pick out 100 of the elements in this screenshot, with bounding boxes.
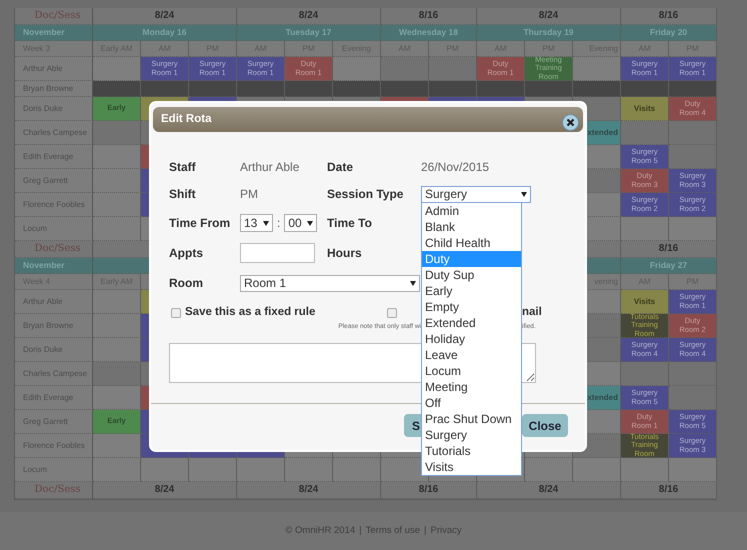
dialog-title: Edit Rota	[161, 112, 212, 127]
rota-cell[interactable]	[93, 217, 141, 241]
close-button[interactable]: Close	[522, 414, 568, 437]
field-label: Shift	[169, 186, 197, 203]
hour-select[interactable]: 13	[240, 214, 273, 232]
rota-cell[interactable]	[333, 81, 381, 97]
rota-cell[interactable]	[189, 81, 237, 97]
dropdown-option[interactable]: Visits	[422, 459, 521, 475]
field-label: Time To	[327, 215, 373, 232]
rota-cell[interactable]	[93, 434, 141, 458]
field-value: PM	[240, 187, 258, 201]
rota-cell[interactable]	[573, 57, 621, 81]
rota-cell[interactable]	[93, 145, 141, 169]
dropdown-option[interactable]: Empty	[422, 299, 521, 315]
rota-cell[interactable]	[93, 169, 141, 193]
rota-cell[interactable]	[93, 81, 141, 97]
rota-cell[interactable]	[669, 145, 717, 169]
rota-cell[interactable]	[669, 217, 717, 241]
rota-cell[interactable]	[573, 81, 621, 97]
field-label: Session Type	[327, 186, 404, 203]
separator: |	[359, 524, 362, 538]
rota-cell[interactable]	[93, 338, 141, 362]
room-select[interactable]: Room 1	[240, 274, 420, 292]
rota-cell[interactable]	[669, 458, 717, 482]
dropdown-option[interactable]: Duty	[422, 251, 521, 267]
rota-cell[interactable]	[573, 458, 621, 482]
rota-cell[interactable]	[381, 57, 429, 81]
dropdown-option[interactable]: Early	[422, 283, 521, 299]
dropdown-option[interactable]: Holiday	[422, 331, 521, 347]
dropdown-option[interactable]: Off	[422, 395, 521, 411]
minute-select[interactable]: 00	[284, 214, 318, 232]
rota-cell[interactable]	[93, 362, 141, 386]
dropdown-option[interactable]: Admin	[422, 203, 521, 219]
dropdown-option[interactable]: Tutorials	[422, 443, 521, 459]
rota-cell[interactable]	[621, 362, 669, 386]
dropdown-option[interactable]: Locum	[422, 363, 521, 379]
appts-field[interactable]	[240, 243, 315, 263]
checkbox[interactable]	[171, 308, 181, 318]
checkbox-label: nail	[522, 305, 542, 320]
field-label: Hours	[327, 245, 363, 262]
rota-cell[interactable]	[477, 81, 525, 97]
rota-cell[interactable]	[285, 81, 333, 97]
rota-cell[interactable]	[621, 458, 669, 482]
time-separator: :	[277, 215, 280, 232]
dropdown-option[interactable]: Prac Shut Down	[422, 411, 521, 427]
session-count: 8/16	[381, 482, 477, 499]
caret-icon	[307, 220, 314, 226]
rota-cell[interactable]	[525, 81, 573, 97]
rota-cell[interactable]	[381, 81, 429, 97]
rota-cell[interactable]	[93, 121, 141, 145]
dropdown-option[interactable]: Duty Sup	[422, 267, 521, 283]
dropdown-option[interactable]: Child Health	[422, 235, 521, 251]
rota-cell[interactable]	[621, 217, 669, 241]
session-count: 8/24	[237, 8, 381, 25]
rota-cell[interactable]	[669, 362, 717, 386]
rota-cell[interactable]: Visits	[621, 290, 669, 314]
session-count: 8/16	[621, 241, 717, 258]
rota-cell[interactable]	[525, 458, 573, 482]
session-count: 8/24	[477, 482, 621, 499]
rota-cell[interactable]	[285, 458, 333, 482]
session-count: 8/24	[93, 482, 237, 499]
session-count: 8/24	[93, 8, 237, 25]
separator: |	[424, 524, 426, 538]
rota-cell[interactable]	[333, 458, 381, 482]
dropdown-option[interactable]: Meeting	[422, 379, 521, 395]
field-label: Time From	[169, 215, 232, 232]
rota-cell[interactable]	[93, 57, 141, 81]
dropdown-option[interactable]: Blank	[422, 219, 521, 235]
dropdown-option[interactable]: Extended	[422, 315, 521, 331]
rota-cell[interactable]	[93, 458, 141, 482]
dropdown-option[interactable]: Surgery	[422, 427, 521, 443]
dropdown-option[interactable]: Leave	[422, 347, 521, 363]
session-type-select[interactable]: Surgery	[421, 186, 531, 202]
rota-cell[interactable]	[333, 57, 381, 81]
rota-cell[interactable]: Visits	[621, 97, 669, 121]
checkbox[interactable]	[387, 308, 397, 318]
rota-cell[interactable]	[237, 458, 285, 482]
rota-cell[interactable]	[669, 121, 717, 145]
close-button[interactable]	[562, 111, 579, 128]
rota-cell[interactable]	[237, 81, 285, 97]
rota-cell[interactable]	[429, 57, 477, 81]
rota-cell[interactable]	[141, 81, 189, 97]
caret-icon	[263, 220, 269, 226]
rota-cell[interactable]	[669, 386, 717, 410]
rota-cell[interactable]	[93, 290, 141, 314]
rota-cell[interactable]	[669, 81, 717, 97]
rota-cell[interactable]	[429, 81, 477, 97]
rota-cell[interactable]	[93, 193, 141, 217]
field-label: Appts	[169, 245, 204, 262]
field-value: 26/Nov/2015	[421, 160, 490, 174]
checkbox-label: Save this as a fixed rule	[185, 305, 316, 320]
field-label: Date	[327, 158, 354, 176]
rota-cell[interactable]	[141, 458, 189, 482]
session-count: 8/24	[237, 482, 381, 499]
rota-cell[interactable]	[189, 458, 237, 482]
rota-cell[interactable]	[621, 81, 669, 97]
rota-cell[interactable]	[621, 121, 669, 145]
session-count: 8/16	[621, 8, 717, 25]
rota-cell[interactable]	[93, 386, 141, 410]
rota-cell[interactable]	[93, 314, 141, 338]
